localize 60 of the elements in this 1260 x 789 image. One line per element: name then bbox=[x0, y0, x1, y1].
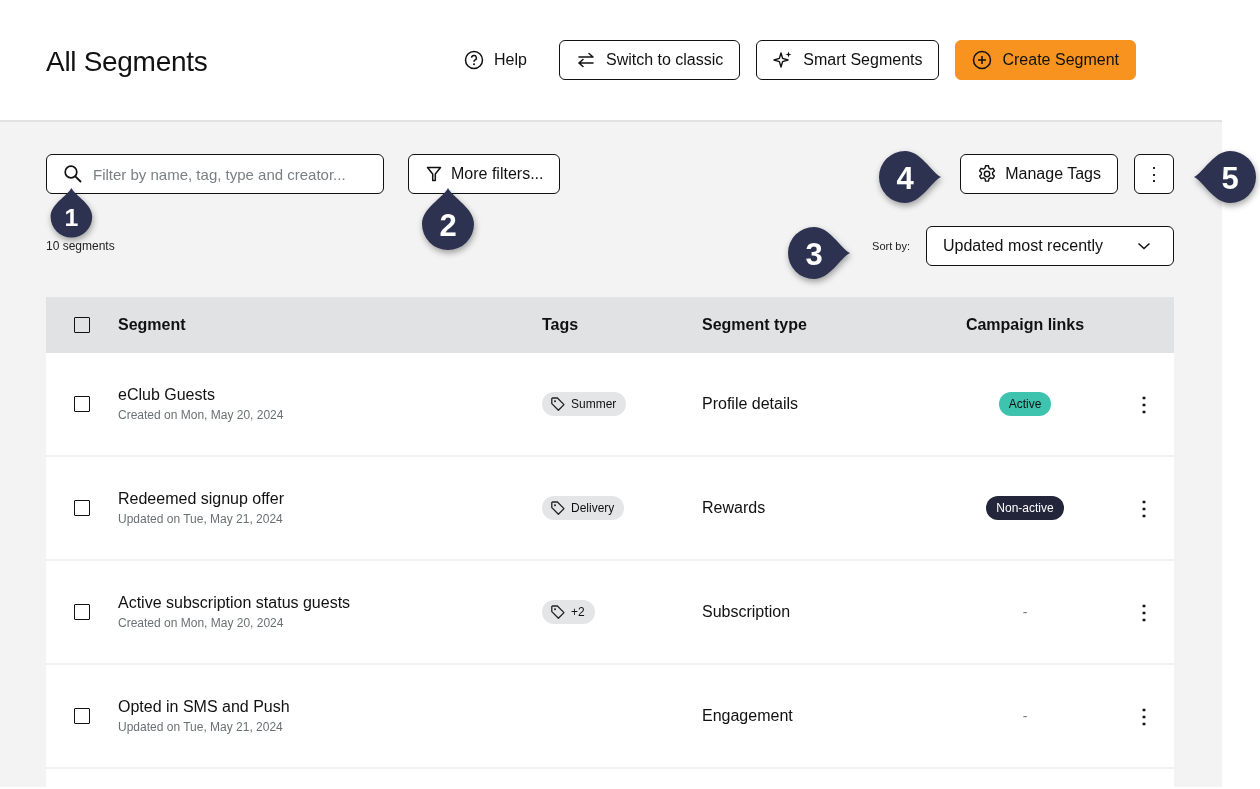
chevron-down-icon bbox=[1137, 242, 1151, 250]
select-all-checkbox[interactable] bbox=[74, 317, 90, 333]
manage-tags-button[interactable]: Manage Tags bbox=[960, 154, 1118, 194]
segment-name[interactable]: eClub Guests bbox=[118, 386, 542, 404]
segment-date: Updated on Tue, May 21, 2024 bbox=[118, 720, 284, 734]
row-checkbox[interactable] bbox=[74, 396, 90, 412]
row-checkbox[interactable] bbox=[74, 604, 90, 620]
column-header: Segment bbox=[118, 316, 187, 334]
tag-label: Delivery bbox=[571, 501, 615, 515]
empty-value: - bbox=[1022, 604, 1028, 620]
row-menu-button[interactable]: ⋮ bbox=[1130, 704, 1158, 728]
settings-icon bbox=[977, 164, 998, 184]
segment-type: Rewards bbox=[702, 499, 767, 517]
sparkle-icon bbox=[773, 50, 794, 70]
status-badge: Active bbox=[998, 392, 1052, 416]
segment-type: Engagement bbox=[702, 707, 794, 725]
tag-label: Summer bbox=[571, 397, 617, 411]
segment-name[interactable]: Redeemed signup offer bbox=[118, 490, 542, 508]
column-header: Campaign links bbox=[964, 316, 1086, 334]
callout-marker: 1 bbox=[49, 188, 94, 238]
switch-classic-button[interactable]: Switch to classic bbox=[558, 40, 741, 80]
create-segment-button[interactable]: Create Segment bbox=[955, 40, 1136, 80]
tag-icon bbox=[550, 500, 566, 516]
column-header: Tags bbox=[542, 316, 580, 334]
row-menu-button[interactable]: ⋮ bbox=[1130, 392, 1158, 416]
page-title: All Segments bbox=[46, 45, 209, 78]
filter-icon bbox=[425, 165, 443, 183]
help-button[interactable]: Help bbox=[448, 40, 543, 80]
tag-icon bbox=[550, 396, 566, 412]
swap-arrows-icon bbox=[575, 52, 596, 68]
tag-label: +2 bbox=[571, 605, 585, 619]
smart-segments-button[interactable]: Smart Segments bbox=[756, 40, 940, 80]
segment-date: Created on Mon, May 20, 2024 bbox=[118, 616, 285, 630]
column-header: Segment type bbox=[702, 316, 808, 334]
row-menu-button[interactable]: ⋮ bbox=[1130, 600, 1158, 624]
row-checkbox[interactable] bbox=[74, 708, 90, 724]
search-icon bbox=[63, 164, 83, 184]
callout-marker: 4 bbox=[879, 149, 941, 205]
tag-icon bbox=[550, 604, 566, 620]
callout-marker: 2 bbox=[420, 188, 476, 250]
empty-value: - bbox=[1022, 708, 1028, 724]
row-menu-button[interactable]: ⋮ bbox=[1130, 496, 1158, 520]
help-icon bbox=[464, 50, 485, 70]
search-field[interactable]: Filter by name, tag, type and creator... bbox=[46, 154, 384, 194]
callout-marker: 5 bbox=[1194, 149, 1256, 205]
callout-marker: 3 bbox=[788, 225, 850, 281]
segment-date: Created on Mon, May 20, 2024 bbox=[118, 408, 285, 422]
segment-type: Subscription bbox=[702, 603, 792, 621]
more-filters-button[interactable]: More filters... bbox=[408, 154, 561, 194]
segment-name[interactable]: Opted in SMS and Push bbox=[118, 698, 542, 716]
segment-count: 10 segments bbox=[46, 239, 115, 253]
plus-circle-icon bbox=[972, 50, 993, 70]
status-badge: Non-active bbox=[986, 496, 1064, 520]
sort-dropdown[interactable]: Updated most recently bbox=[926, 226, 1174, 266]
segment-date: Updated on Tue, May 21, 2024 bbox=[118, 512, 284, 526]
segment-type: Profile details bbox=[702, 395, 800, 413]
segment-name[interactable]: Active subscription status guests bbox=[118, 594, 542, 612]
more-options-button[interactable]: ⋮ bbox=[1134, 154, 1174, 194]
row-checkbox[interactable] bbox=[74, 500, 90, 516]
sort-label: Sort by: bbox=[872, 240, 910, 252]
